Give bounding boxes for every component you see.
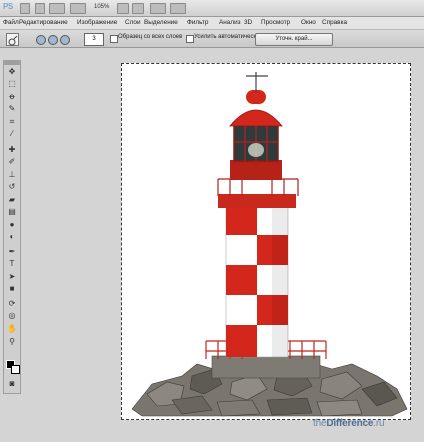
menu-view[interactable]: Просмотр <box>261 19 290 26</box>
dodge-tool-icon[interactable]: ◐ <box>6 232 18 242</box>
eraser-tool-icon[interactable]: ▰ <box>6 195 18 205</box>
watermark-post: .ru <box>373 418 385 429</box>
lasso-tool-icon[interactable]: ꝋ <box>6 92 18 102</box>
auto-enhance-label: Усилить автоматически <box>194 34 260 40</box>
menu-edit[interactable]: Редактирование <box>19 19 68 26</box>
zoom-tool-icon[interactable]: ⚲ <box>6 337 18 347</box>
shape-tool-icon[interactable]: ■ <box>6 284 18 294</box>
menu-help[interactable]: Справка <box>322 19 347 26</box>
site-watermark: theDifference.ru <box>313 418 385 429</box>
lighthouse-base <box>211 355 321 379</box>
tool-preset-picker[interactable] <box>6 33 19 46</box>
quick-selection-tool-icon[interactable]: ✎ <box>6 104 18 114</box>
tools-panel-header[interactable] <box>4 61 20 65</box>
background-color-swatch[interactable] <box>11 365 20 374</box>
crop-tool-icon[interactable]: ⌗ <box>6 117 18 127</box>
zoom-level-button[interactable] <box>70 3 86 14</box>
brush-size-picker[interactable]: 3 <box>84 33 104 46</box>
menu-image[interactable]: Изображение <box>77 19 117 26</box>
weather-vane <box>246 72 268 92</box>
clone-stamp-tool-icon[interactable]: ⊥ <box>6 170 18 180</box>
photoshop-logo: PS <box>3 2 13 11</box>
document-canvas[interactable] <box>121 63 411 420</box>
brush-tool-icon[interactable]: ✐ <box>6 157 18 167</box>
menu-file[interactable]: Файл <box>3 19 19 26</box>
quick-mask-icon[interactable]: ◙ <box>6 379 18 389</box>
menu-filter[interactable]: Фильтр <box>187 19 208 26</box>
healing-brush-tool-icon[interactable]: ✚ <box>6 145 18 155</box>
lantern-dome <box>229 109 283 127</box>
auto-enhance-checkbox[interactable] <box>186 35 194 43</box>
path-selection-tool-icon[interactable]: ➤ <box>6 272 18 282</box>
gradient-tool-icon[interactable]: ▤ <box>6 207 18 217</box>
history-brush-tool-icon[interactable]: ↺ <box>6 182 18 192</box>
blur-tool-icon[interactable]: ● <box>6 220 18 230</box>
hand-tool-icon[interactable]: ✋ <box>6 324 18 334</box>
hand-view-button[interactable] <box>117 3 129 14</box>
launch-bridge-button[interactable] <box>20 3 30 14</box>
screen-mode-button[interactable] <box>170 3 186 14</box>
lighthouse-image <box>131 72 408 417</box>
watermark-pre: the <box>313 418 327 429</box>
subtract-from-selection-button[interactable] <box>60 35 70 45</box>
menu-analysis[interactable]: Анализ <box>219 19 241 26</box>
options-bar: 3 Образец со всех слоев Усилить автомати… <box>0 30 424 48</box>
arrange-documents-button[interactable] <box>150 3 166 14</box>
lamp <box>248 143 264 157</box>
move-tool-icon[interactable]: ✥ <box>6 67 18 77</box>
quick-selection-icon <box>8 35 18 46</box>
launch-minibridge-button[interactable] <box>35 3 45 14</box>
upper-railing <box>217 178 299 196</box>
watermark-brand: Difference <box>326 418 374 429</box>
add-to-selection-button[interactable] <box>48 35 58 45</box>
type-tool-icon[interactable]: T <box>6 259 18 269</box>
tools-panel: ✥ ⬚ ꝋ ✎ ⌗ ⁄ ✚ ✐ ⊥ ↺ ▰ ▤ ● ◐ ✒ T ➤ ■ ⟳ ◎ … <box>3 60 21 394</box>
new-selection-button[interactable] <box>36 35 46 45</box>
menu-select[interactable]: Выделение <box>144 19 178 26</box>
pen-tool-icon[interactable]: ✒ <box>6 247 18 257</box>
application-bar: PS 105% <box>0 0 424 17</box>
menu-bar: Файл Редактирование Изображение Слои Выд… <box>0 17 424 30</box>
rotate-view-button[interactable] <box>132 3 144 14</box>
menu-layers[interactable]: Слои <box>125 19 141 26</box>
menu-window[interactable]: Окно <box>301 19 316 26</box>
zoom-level[interactable]: 105% <box>94 4 109 10</box>
menu-3d[interactable]: 3D <box>244 19 252 26</box>
3d-orbit-tool-icon[interactable]: ◎ <box>6 311 18 321</box>
eyedropper-tool-icon[interactable]: ⁄ <box>6 129 18 139</box>
refine-edge-button[interactable]: Уточн. край... <box>255 33 333 46</box>
sample-all-layers-checkbox[interactable] <box>110 35 118 43</box>
dome-cap <box>246 90 266 104</box>
sample-all-layers-label: Образец со всех слоев <box>118 34 183 40</box>
marquee-tool-icon[interactable]: ⬚ <box>6 79 18 89</box>
lantern-base <box>230 160 282 180</box>
tower-body <box>225 206 289 358</box>
upper-gallery <box>218 194 296 208</box>
view-extras-button[interactable] <box>49 3 65 14</box>
3d-rotate-tool-icon[interactable]: ⟳ <box>6 299 18 309</box>
